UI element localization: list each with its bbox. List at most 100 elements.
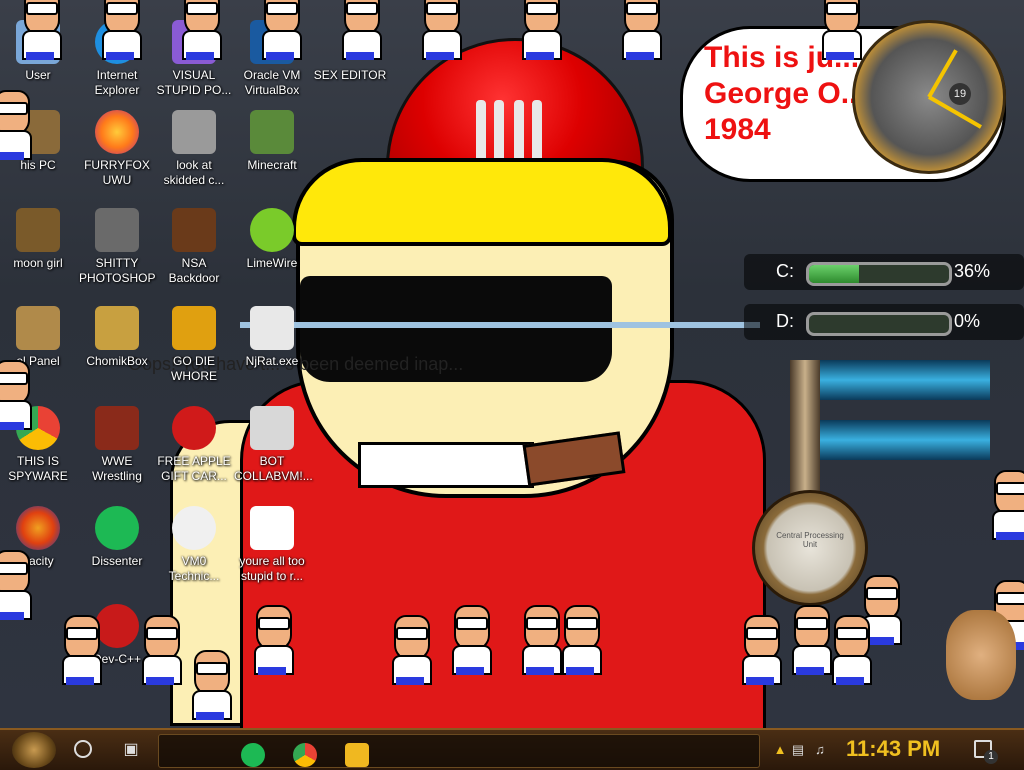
icon-label: Internet Explorer bbox=[94, 68, 140, 97]
icon-label: NjRat.exe bbox=[245, 354, 299, 368]
desktop-icon-vm0[interactable]: VM0 Technic... bbox=[156, 506, 232, 584]
cpu-gauge-label: Central Processing Unit bbox=[776, 531, 844, 549]
blue-tube bbox=[820, 360, 990, 400]
desktop-icon-nsa-backdoor[interactable]: NSA Backdoor bbox=[156, 208, 232, 286]
wallpaper-hat bbox=[292, 158, 672, 246]
drive-gauge-d: D: 0% bbox=[744, 304, 1024, 340]
drive-gauge-c: C: 36% bbox=[744, 254, 1024, 290]
icon-label: NSA Backdoor bbox=[168, 256, 220, 285]
network-icon[interactable]: ▤ bbox=[790, 742, 806, 758]
ad-strip bbox=[240, 322, 760, 328]
taskbar-app-area bbox=[158, 734, 760, 768]
desktop-icon-bot-collabvm[interactable]: BOT COLLABVM!... bbox=[234, 406, 313, 484]
icon-label: THIS IS SPYWARE bbox=[8, 454, 68, 483]
icon-label: Oracle VM VirtualBox bbox=[243, 68, 301, 97]
hank-sprite bbox=[830, 615, 872, 685]
desktop-icon-wwe[interactable]: WWE Wrestling bbox=[79, 406, 155, 484]
desktop-icon-moon-girl[interactable]: moon girl bbox=[0, 208, 76, 271]
file-explorer-icon[interactable] bbox=[345, 743, 369, 767]
chomikbox-icon bbox=[95, 306, 139, 350]
icon-label: VISUAL STUPID PO... bbox=[156, 68, 232, 97]
limewire-icon bbox=[250, 208, 294, 252]
taskbar: ▣ ▲ ▤ ♫ 11:43 PM 1 bbox=[0, 728, 1024, 770]
apple-icon bbox=[172, 406, 216, 450]
skull-icon bbox=[250, 306, 294, 350]
clock-time[interactable]: 11:43 PM bbox=[846, 736, 940, 762]
desktop-icon-dissenter[interactable]: Dissenter bbox=[79, 506, 155, 569]
audacity-icon bbox=[16, 506, 60, 550]
hank-sprite bbox=[20, 0, 62, 60]
icon-label: ChomikBox bbox=[86, 354, 148, 368]
hank-sprite bbox=[0, 360, 32, 430]
blue-tube bbox=[820, 420, 990, 460]
chevron-up-icon[interactable]: ▲ bbox=[772, 742, 788, 758]
desktop-icon-njrat[interactable]: NjRat.exe bbox=[234, 306, 310, 369]
icon-label: moon girl bbox=[13, 256, 63, 270]
desktop-icon-skidded[interactable]: look at skidded c... bbox=[156, 110, 232, 188]
drive-percent: 0% bbox=[954, 311, 981, 331]
portrait-icon bbox=[250, 506, 294, 550]
technician-icon bbox=[172, 506, 216, 550]
hank-sprite bbox=[340, 0, 382, 60]
desktop-icon-go-die[interactable]: GO DIE WHORE bbox=[156, 306, 232, 384]
task-view-icon[interactable]: ▣ bbox=[120, 740, 142, 760]
monitor-icon bbox=[250, 406, 294, 450]
hank-sprite bbox=[390, 615, 432, 685]
stacked-windows-icon bbox=[172, 110, 216, 154]
desktop-icon-limewire[interactable]: LimeWire bbox=[234, 208, 310, 271]
search-icon[interactable] bbox=[74, 740, 92, 758]
icon-label: SEX EDITOR bbox=[313, 68, 387, 82]
hank-sprite bbox=[100, 0, 142, 60]
cpu-gauge: Central Processing Unit bbox=[752, 490, 868, 606]
icon-label: SHITTY PHOTOSHOP bbox=[79, 256, 156, 285]
hamster-image bbox=[946, 610, 1016, 700]
drive-tube bbox=[806, 262, 952, 286]
backdoor-icon bbox=[172, 208, 216, 252]
desktop-icon-stupid[interactable]: youre all too stupid to r... bbox=[234, 506, 310, 584]
hank-sprite bbox=[450, 605, 492, 675]
hank-sprite bbox=[0, 550, 32, 620]
drive-letter: C: bbox=[776, 261, 794, 281]
icon-label: BOT COLLABVM!... bbox=[234, 454, 313, 483]
hank-sprite bbox=[790, 605, 832, 675]
hank-sprite bbox=[180, 0, 222, 60]
start-button[interactable] bbox=[12, 732, 56, 768]
desktop-icon-minecraft[interactable]: Minecraft bbox=[234, 110, 310, 173]
icon-label: FREE APPLE GIFT CAR... bbox=[157, 454, 231, 483]
icon-label: LimeWire bbox=[246, 256, 298, 270]
hank-sprite bbox=[990, 470, 1024, 540]
wrestling-icon bbox=[95, 406, 139, 450]
desktop-icon-chomikbox[interactable]: ChomikBox bbox=[79, 306, 155, 369]
hank-sprite bbox=[60, 615, 102, 685]
drive-percent: 36% bbox=[954, 261, 991, 281]
clock-gadget[interactable]: 19 bbox=[852, 20, 1006, 174]
gimp-icon bbox=[95, 208, 139, 252]
hank-sprite bbox=[420, 0, 462, 60]
hank-sprite bbox=[560, 605, 602, 675]
desktop-icon-photoshop[interactable]: SHITTY PHOTOSHOP bbox=[79, 208, 155, 286]
hank-sprite bbox=[0, 90, 32, 160]
desktop: This is ju... George O... 1984 Oops! You… bbox=[0, 0, 1024, 728]
desktop-icon-apple-gift[interactable]: FREE APPLE GIFT CAR... bbox=[156, 406, 232, 484]
icon-label: his PC bbox=[20, 158, 56, 172]
chrome-icon[interactable] bbox=[293, 743, 317, 767]
icon-label: FURRYFOX UWU bbox=[84, 158, 150, 187]
hank-sprite bbox=[520, 0, 562, 60]
hank-sprite bbox=[520, 605, 562, 675]
spotify-icon[interactable] bbox=[241, 743, 265, 767]
icon-label: VM0 Technic... bbox=[168, 554, 220, 583]
icon-label: Minecraft bbox=[247, 158, 297, 172]
icon-label: youre all too stupid to r... bbox=[239, 554, 305, 583]
icon-label: User bbox=[25, 68, 51, 82]
folder-icon bbox=[16, 208, 60, 252]
hank-sprite bbox=[190, 650, 232, 720]
firefox-icon bbox=[95, 110, 139, 154]
volume-icon[interactable]: ♫ bbox=[812, 742, 828, 758]
de-icon bbox=[172, 306, 216, 350]
desktop-icon-firefox[interactable]: FURRYFOX UWU bbox=[79, 110, 155, 188]
icon-label: GO DIE WHORE bbox=[171, 354, 217, 383]
control-panel-icon bbox=[16, 306, 60, 350]
clock-day: 19 bbox=[949, 83, 971, 105]
drive-letter: D: bbox=[776, 311, 794, 331]
wallpaper-teeth bbox=[358, 442, 534, 488]
